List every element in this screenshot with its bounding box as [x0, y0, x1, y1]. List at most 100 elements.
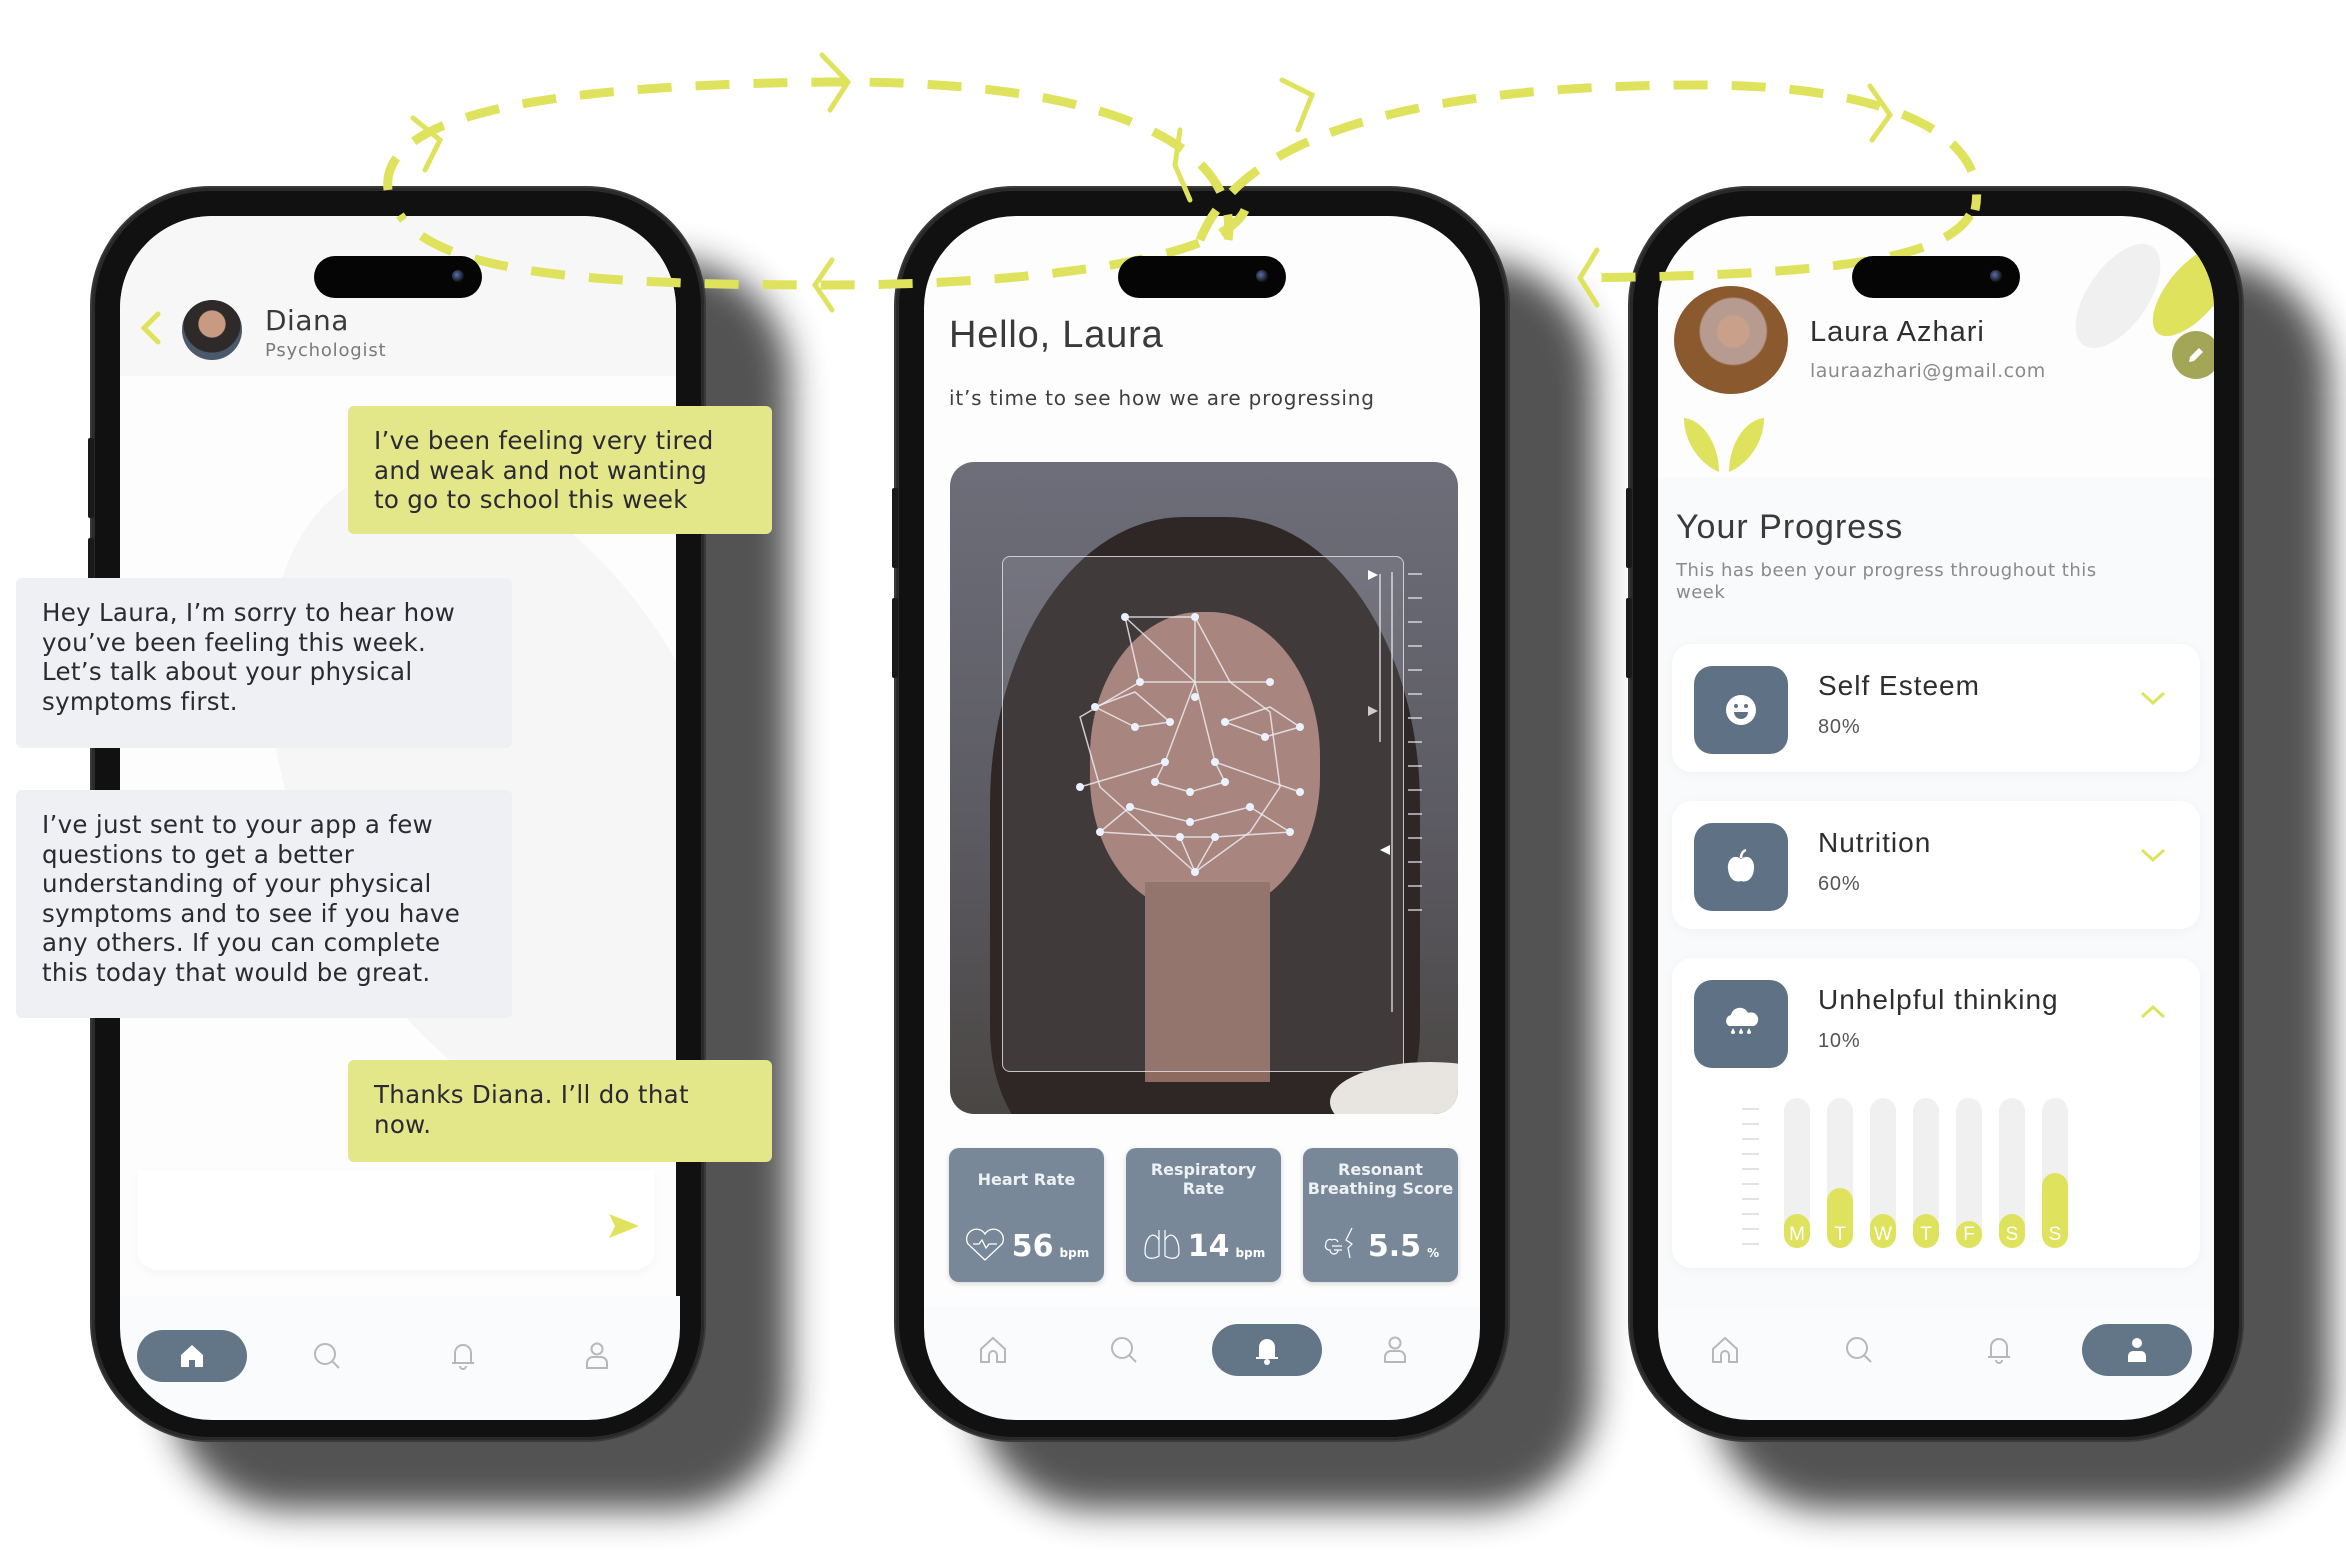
home-icon [1712, 1336, 1738, 1363]
chevron-up-icon[interactable] [2140, 1004, 2166, 1020]
dynamic-island [314, 256, 482, 298]
heart-pulse-icon [965, 1228, 1004, 1261]
greeting-subtitle: it’s time to see how we are progressing [949, 386, 1375, 410]
home-icon [181, 1345, 203, 1367]
dynamic-island [1118, 256, 1286, 298]
metric-card-respiratory-rate[interactable]: Respiratory Rate 14 bpm [1126, 1148, 1281, 1282]
bottom-nav [1658, 1306, 2214, 1420]
nav-notifications[interactable] [1212, 1324, 1322, 1376]
nav-home[interactable] [137, 1330, 247, 1382]
lungs-icon [1144, 1230, 1180, 1259]
nav-profile[interactable] [2082, 1324, 2192, 1376]
search-icon [1846, 1337, 1872, 1363]
chart-tick [1742, 1123, 1759, 1125]
message-line: Let’s talk about your physical [42, 657, 413, 686]
send-icon[interactable] [609, 1214, 639, 1238]
message-input-field[interactable] [157, 1200, 561, 1242]
nav-home[interactable] [938, 1324, 1048, 1376]
nav-search[interactable] [1804, 1324, 1914, 1376]
chart-bar-track: T [1913, 1098, 1939, 1248]
chart-tick [1742, 1243, 1759, 1245]
progress-card-unhelpful-thinking[interactable]: Unhelpful thinking 10% M T W T F S S [1672, 958, 2200, 1268]
chart-bar: T [1913, 1213, 1939, 1248]
chart-bar: W [1870, 1213, 1896, 1248]
chevron-left-icon[interactable] [138, 310, 162, 346]
metric-card-breathing-score[interactable]: Resonant Breathing Score 5.5 % [1303, 1148, 1458, 1282]
chart-bar: S [2042, 1173, 2068, 1248]
greeting-title: Hello, Laura [949, 314, 1164, 356]
user-icon [1384, 1336, 1406, 1363]
chart-bar: M [1784, 1213, 1810, 1248]
metric-label: Rate [1182, 1179, 1225, 1198]
chart-bar-track: F [1956, 1098, 1982, 1248]
bell-icon [452, 1344, 474, 1370]
message-line: questions to get a better [42, 839, 355, 869]
chart-tick [1742, 1213, 1759, 1215]
bell-icon [1256, 1339, 1278, 1365]
metric-value: 56 [1011, 1229, 1054, 1264]
message-line: you’ve been feeling this week. [42, 627, 427, 657]
nav-home[interactable] [1670, 1324, 1780, 1376]
progress-card-nutrition[interactable]: Nutrition 60% [1672, 801, 2200, 929]
chart-bar-track: S [2042, 1098, 2068, 1248]
message-line: Hey Laura, I’m sorry to hear how [42, 598, 456, 627]
message-bubble-received: Hey Laura, I’m sorry to hear how you’ve … [16, 578, 512, 748]
nav-notifications[interactable] [408, 1330, 518, 1382]
progress-section-bg [1658, 478, 2214, 1412]
chart-day-label: T [1920, 1224, 1932, 1245]
chart-day-label: M [1789, 1224, 1805, 1245]
metric-label: Breathing Score [1307, 1179, 1454, 1198]
chevron-down-icon[interactable] [2140, 690, 2166, 706]
bottom-nav [924, 1306, 1480, 1420]
chart-bars: MTWTFSS [1784, 1098, 2104, 1253]
metric-unit: bpm [1235, 1246, 1266, 1260]
nav-search[interactable] [1069, 1324, 1179, 1376]
dynamic-island [1852, 256, 2020, 298]
nav-search[interactable] [272, 1330, 382, 1382]
metric-label: Heart Rate [977, 1170, 1076, 1189]
user-name: Laura Azhari [1810, 316, 1985, 348]
arrowhead-right-icon [819, 52, 852, 113]
user-icon [586, 1342, 608, 1369]
edit-profile-button[interactable] [2172, 331, 2214, 379]
progress-item-percent: 60% [1818, 873, 1861, 895]
chart-tick [1742, 1108, 1759, 1110]
search-icon [1111, 1337, 1137, 1363]
message-line: now. [374, 1109, 432, 1139]
message-input[interactable] [137, 1170, 655, 1270]
chart-day-label: W [1874, 1224, 1892, 1245]
weekly-chart: MTWTFSS [1742, 1098, 2102, 1253]
bottom-nav [120, 1296, 680, 1420]
progress-card-self-esteem[interactable]: Self Esteem 80% [1672, 644, 2200, 772]
message-line: this today that would be great. [42, 957, 431, 987]
metric-value: 14 [1187, 1229, 1230, 1264]
pencil-icon [2189, 348, 2203, 362]
nav-notifications[interactable] [1944, 1324, 2054, 1376]
contact-role: Psychologist [265, 340, 387, 361]
chart-bar: S [1999, 1213, 2025, 1248]
message-line: I’ve just sent to your app a few [42, 810, 433, 839]
message-bubble-received: I’ve just sent to your app a few questio… [16, 790, 512, 1018]
subtitle-line: This has been your progress throughout t… [1676, 560, 2097, 581]
chart-bar: F [1956, 1221, 1982, 1248]
avatar-diana[interactable] [182, 300, 242, 360]
chart-bar-track: M [1784, 1098, 1810, 1248]
contact-name: Diana [265, 304, 349, 337]
chevron-down-icon[interactable] [2140, 847, 2166, 863]
arrowhead-right-icon [1279, 77, 1316, 133]
progress-item-title: Self Esteem [1818, 670, 1980, 701]
chart-tick [1742, 1153, 1759, 1155]
side-button [88, 438, 94, 518]
arrowhead-right-icon [1867, 83, 1894, 143]
smiley-icon [1694, 666, 1788, 754]
chart-axis-ticks [1742, 1108, 1760, 1253]
nav-profile[interactable] [1340, 1324, 1450, 1376]
nav-profile[interactable] [542, 1330, 652, 1382]
avatar-laura[interactable] [1674, 286, 1788, 394]
progress-item-title: Nutrition [1818, 827, 1932, 858]
metric-value: 5.5 [1367, 1229, 1422, 1264]
side-button [892, 488, 898, 568]
metric-card-heart-rate[interactable]: Heart Rate 56 bpm [949, 1148, 1104, 1282]
chart-bar-track: S [1999, 1098, 2025, 1248]
progress-item-title: Unhelpful thinking [1818, 984, 2059, 1015]
